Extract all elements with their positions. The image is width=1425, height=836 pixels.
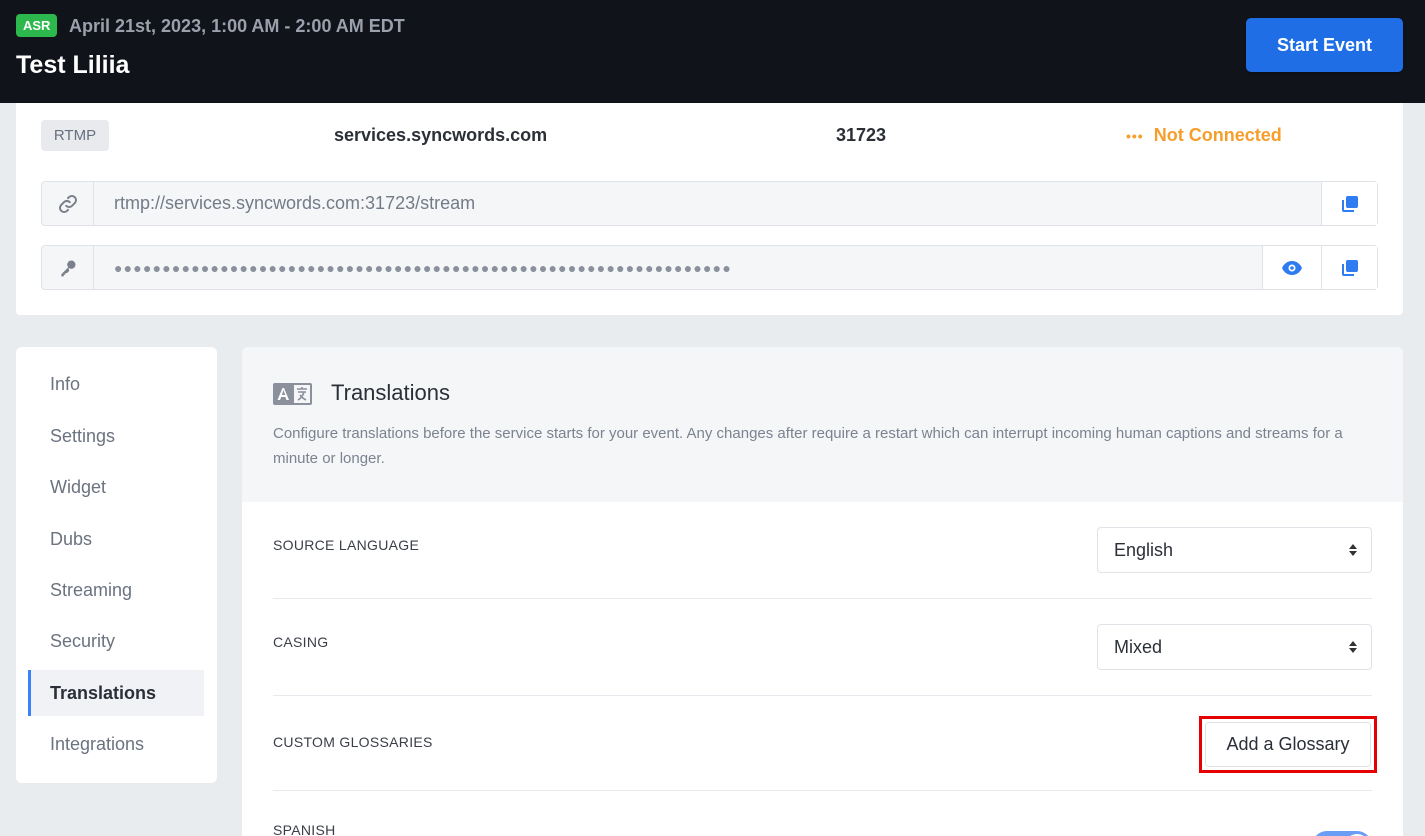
spanish-row: SPANISH: [273, 791, 1372, 836]
copy-url-button[interactable]: [1321, 182, 1377, 225]
spanish-toggle[interactable]: [1312, 831, 1372, 836]
copy-icon: [1341, 195, 1358, 212]
key-icon: [42, 246, 94, 289]
rtmp-port: 31723: [836, 125, 887, 145]
casing-row: CASING Mixed: [273, 599, 1372, 696]
source-language-select[interactable]: English: [1097, 527, 1372, 573]
sidebar-item-widget[interactable]: Widget: [28, 464, 204, 510]
select-caret-icon: [1349, 641, 1357, 653]
custom-glossaries-label: CUSTOM GLOSSARIES: [273, 734, 433, 750]
stream-key-value[interactable]: ●●●●●●●●●●●●●●●●●●●●●●●●●●●●●●●●●●●●●●●●…: [94, 246, 1262, 289]
copy-key-button[interactable]: [1321, 246, 1377, 289]
sidebar-item-info[interactable]: Info: [28, 361, 204, 407]
sidebar-item-streaming[interactable]: Streaming: [28, 567, 204, 613]
panel-title: Translations: [331, 380, 451, 405]
stream-url-field: rtmp://services.syncwords.com:31723/stre…: [41, 181, 1378, 226]
event-title: Test Liliia: [16, 51, 130, 79]
link-icon: [42, 182, 94, 225]
status-dots-icon: •••: [1126, 128, 1144, 144]
casing-select[interactable]: Mixed: [1097, 624, 1372, 670]
start-event-button[interactable]: Start Event: [1246, 18, 1403, 72]
connection-status-label: Not Connected: [1153, 125, 1282, 145]
source-language-value: English: [1114, 540, 1174, 560]
settings-sidebar: Info Settings Widget Dubs Streaming Secu…: [16, 347, 217, 783]
rtmp-host: services.syncwords.com: [334, 125, 548, 145]
custom-glossaries-row: CUSTOM GLOSSARIES Add a Glossary: [273, 696, 1377, 791]
rtmp-tag: RTMP: [41, 120, 109, 151]
spanish-label: SPANISH: [273, 822, 336, 836]
sidebar-item-settings[interactable]: Settings: [28, 413, 204, 459]
sidebar-item-translations[interactable]: Translations: [28, 670, 204, 716]
asr-badge: ASR: [16, 14, 58, 37]
casing-value: Mixed: [1114, 637, 1163, 657]
stream-key-field: ●●●●●●●●●●●●●●●●●●●●●●●●●●●●●●●●●●●●●●●●…: [41, 245, 1378, 290]
panel-description: Configure translations before the servic…: [273, 425, 1343, 467]
add-glossary-button[interactable]: Add a Glossary: [1205, 722, 1371, 767]
copy-icon: [1341, 259, 1358, 276]
connection-status: ••• Not Connected: [1126, 125, 1282, 146]
casing-label: CASING: [273, 634, 329, 650]
show-key-button[interactable]: [1262, 246, 1321, 289]
sidebar-item-integrations[interactable]: Integrations: [28, 721, 204, 767]
highlight-box: Add a Glossary: [1199, 716, 1377, 773]
translations-header: Translations Configure translations befo…: [242, 347, 1403, 502]
rtmp-card: RTMP services.syncwords.com 31723 ••• Not…: [16, 103, 1403, 315]
eye-icon: [1282, 260, 1302, 275]
event-date: April 21st, 2023, 1:00 AM - 2:00 AM EDT: [69, 16, 405, 36]
stream-url-value[interactable]: rtmp://services.syncwords.com:31723/stre…: [94, 182, 1321, 225]
sidebar-item-security[interactable]: Security: [28, 618, 204, 664]
source-language-label: SOURCE LANGUAGE: [273, 537, 420, 553]
translations-panel: Translations Configure translations befo…: [242, 347, 1403, 836]
source-language-row: SOURCE LANGUAGE English: [273, 502, 1372, 599]
sidebar-item-dubs[interactable]: Dubs: [28, 516, 204, 562]
translate-icon: [273, 383, 312, 405]
top-header: ASR April 21st, 2023, 1:00 AM - 2:00 AM …: [0, 0, 1425, 103]
select-caret-icon: [1349, 544, 1357, 556]
